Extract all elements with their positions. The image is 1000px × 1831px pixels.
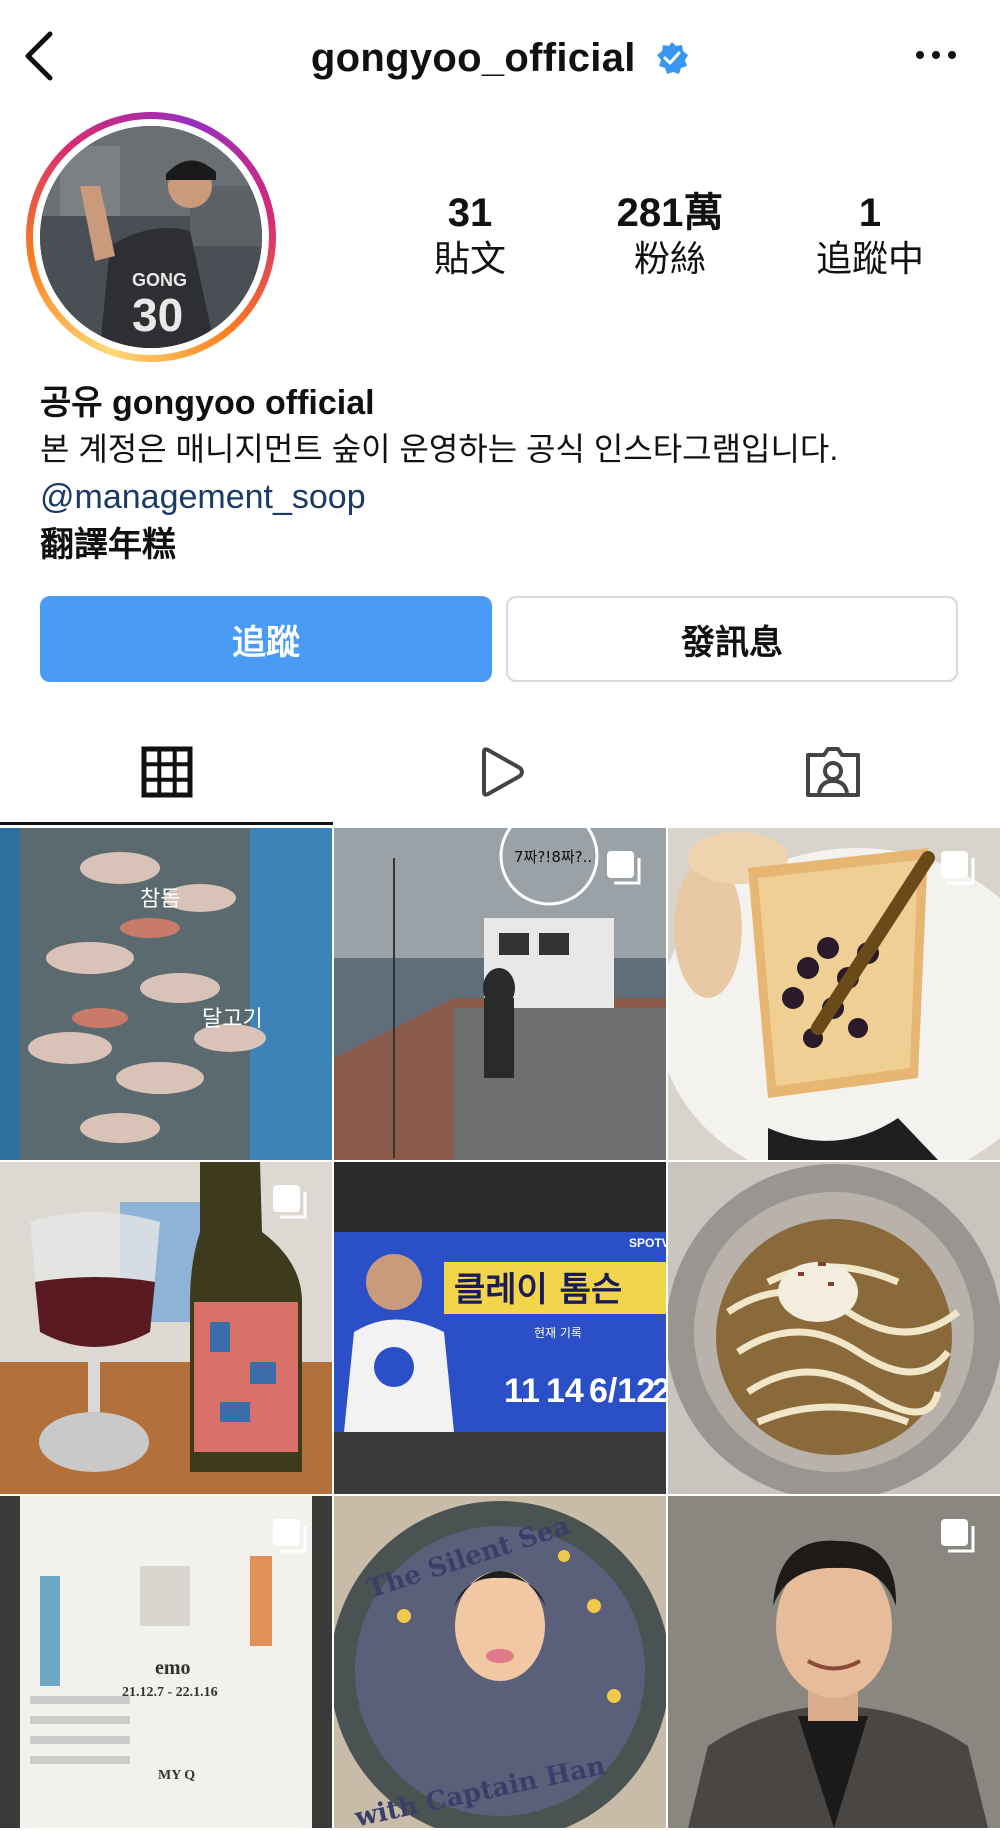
post-thumbnail[interactable]: 클레이 톰슨 SPOTV 현재 기록 11 14 6/12 2 <box>334 1162 666 1494</box>
bio-description: 본 계정은 매니지먼트 숲이 운영하는 공식 인스타그램입니다. <box>40 431 839 467</box>
silent-sea-cake-photo: The Silent Sea with Captain Han <box>334 1496 666 1828</box>
profile-username: gongyoo_official <box>0 34 1000 81</box>
profile-stats: 31 貼文 281萬 粉絲 1 追蹤中 <box>370 190 970 280</box>
avatar: GONG 30 <box>40 126 262 348</box>
verified-badge-icon <box>657 42 689 75</box>
bio-mention-link[interactable]: @management_soop <box>40 472 980 522</box>
post-overlay-text: 현재 기록 <box>534 1326 582 1340</box>
fish-catch-photo: 참돔 달고기 <box>0 828 332 1160</box>
multiple-photos-icon <box>941 851 975 885</box>
profile-full-name: 공유 gongyoo official <box>40 384 375 422</box>
follow-button[interactable]: 追蹤 <box>40 596 492 682</box>
post-thumbnail[interactable] <box>668 828 1000 1160</box>
post-overlay-text: 달고기 <box>202 1007 263 1032</box>
message-button[interactable]: 發訊息 <box>506 596 958 682</box>
following-count-value: 1 <box>858 191 882 235</box>
top-bar: gongyoo_official <box>0 0 1000 110</box>
post-overlay-text: 11 <box>504 1372 540 1410</box>
multiple-photos-icon <box>607 851 641 885</box>
followers-count-label: 粉絲 <box>633 238 706 279</box>
post-thumbnail[interactable]: 참돔 달고기 <box>0 828 332 1160</box>
post-overlay-text: emo <box>155 1657 191 1679</box>
profile-avatar-story-ring[interactable]: GONG 30 <box>26 112 276 362</box>
username-text: gongyoo_official <box>310 35 636 80</box>
more-options-button[interactable] <box>914 40 958 70</box>
post-overlay-text: 2 <box>652 1372 666 1410</box>
following-count[interactable]: 1 追蹤中 <box>770 190 970 282</box>
posts-count-value: 31 <box>447 191 493 235</box>
profile-bio: 공유 gongyoo official 본 계정은 매니지먼트 숲이 운영하는 … <box>40 380 980 568</box>
post-thumbnail[interactable] <box>0 1162 332 1494</box>
svg-text:GONG: GONG <box>132 270 187 290</box>
avatar-photo: GONG 30 <box>40 126 262 348</box>
multiple-photos-icon <box>273 1185 307 1219</box>
posts-count[interactable]: 31 貼文 <box>370 190 570 282</box>
post-overlay-text: SPOTV <box>629 1236 666 1250</box>
tab-tagged[interactable] <box>666 720 999 824</box>
post-overlay-text: 21.12.7 - 22.1.16 <box>122 1685 218 1700</box>
tab-posts-grid[interactable] <box>0 720 333 824</box>
reels-play-icon <box>481 747 524 797</box>
following-count-label: 追蹤中 <box>815 238 924 279</box>
post-overlay-text: 14 <box>546 1372 584 1410</box>
profile-tabs <box>0 720 1000 824</box>
post-thumbnail[interactable]: The Silent Sea with Captain Han <box>334 1496 666 1828</box>
post-overlay-text: 참돔 <box>140 887 180 912</box>
post-thumbnail[interactable] <box>668 1496 1000 1828</box>
post-overlay-text: 7짜?!8짜?.. <box>514 848 592 866</box>
translate-bio-link[interactable]: 翻譯年糕 <box>40 522 980 568</box>
posts-grid: 참돔 달고기 7짜?!8짜?.. 클레이 톰슨 SPOTV 현재 기록 11 1… <box>0 828 1000 1831</box>
posts-count-label: 貼文 <box>433 238 506 279</box>
post-overlay-text: MY Q <box>158 1768 195 1783</box>
post-overlay-text: 6/12 <box>589 1372 655 1410</box>
post-thumbnail[interactable] <box>668 1162 1000 1494</box>
basketball-tv-photo: 클레이 톰슨 SPOTV 현재 기록 11 14 6/12 2 <box>334 1162 666 1494</box>
multiple-photos-icon <box>941 1519 975 1553</box>
grid-icon <box>141 746 192 798</box>
udon-bowl-photo <box>668 1162 1000 1494</box>
active-tab-indicator <box>0 822 333 825</box>
svg-text:30: 30 <box>132 289 183 341</box>
tab-reels[interactable] <box>333 720 666 824</box>
more-dots-icon <box>916 51 956 59</box>
followers-count[interactable]: 281萬 粉絲 <box>570 190 770 282</box>
followers-count-value: 281萬 <box>616 191 724 235</box>
post-overlay-text: 클레이 톰슨 <box>454 1270 622 1310</box>
post-thumbnail[interactable]: 7짜?!8짜?.. <box>334 828 666 1160</box>
post-thumbnail[interactable]: emo 21.12.7 - 22.1.16 MY Q <box>0 1496 332 1828</box>
multiple-photos-icon <box>273 1519 307 1553</box>
tagged-person-icon <box>805 747 860 797</box>
